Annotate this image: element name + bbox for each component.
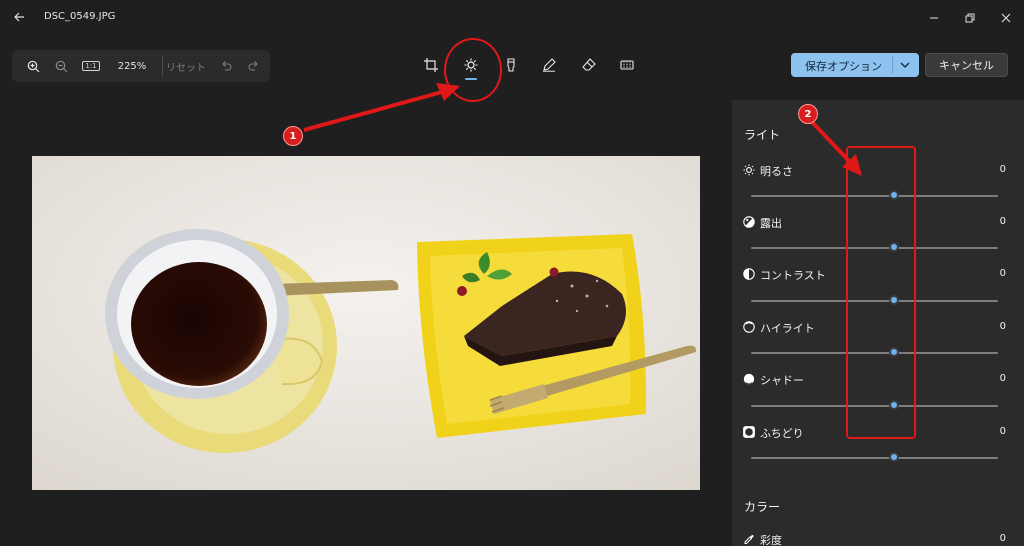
restore-icon (965, 13, 975, 23)
tool-background[interactable] (614, 52, 640, 78)
highlight-icon (743, 321, 755, 333)
adjustment-value[interactable]: 0 (1000, 164, 1006, 175)
adjustment-value[interactable]: 0 (1000, 533, 1006, 544)
zoom-out-button[interactable] (48, 50, 74, 82)
tool-filter[interactable] (498, 52, 524, 78)
light-section-heading: ライト (744, 128, 781, 142)
adjustment-value[interactable]: 0 (1000, 426, 1006, 437)
title-bar: DSC_0549.JPG (0, 0, 1024, 36)
arrow-left-icon (14, 12, 24, 22)
photo-image (32, 156, 700, 490)
filter-icon (507, 58, 515, 72)
adjustment-label: 明るさ (760, 165, 793, 178)
shadow-icon (743, 373, 755, 385)
cancel-label: キャンセル (939, 59, 994, 72)
minimize-button[interactable] (922, 6, 946, 30)
tool-markup[interactable] (536, 52, 562, 78)
adjustment-label: シャドー (760, 374, 804, 387)
divider (892, 56, 893, 74)
zoom-out-icon (55, 60, 67, 72)
background-blur-icon (620, 60, 634, 70)
adjustment-label: コントラスト (760, 269, 826, 282)
badge-number: 2 (804, 108, 812, 120)
badge-number: 1 (289, 130, 297, 142)
minimize-icon (930, 17, 938, 19)
save-options-button[interactable]: 保存オプション (791, 53, 919, 77)
zoom-level: 225% (112, 50, 152, 82)
saturation-icon (744, 534, 754, 544)
tool-erase[interactable] (576, 52, 602, 78)
reset-button[interactable]: リセット (164, 50, 208, 82)
annotation-rectangle (846, 146, 916, 439)
annotation-arrow-1 (303, 90, 443, 132)
undo-button[interactable] (214, 50, 238, 82)
undo-icon (222, 61, 232, 71)
window-title: DSC_0549.JPG (44, 11, 116, 22)
contrast-icon (743, 268, 755, 280)
zoom-in-icon (27, 60, 39, 72)
pen-icon (543, 58, 556, 72)
actual-size-button[interactable]: 1:1 (78, 50, 104, 82)
photo-canvas[interactable] (32, 156, 700, 490)
redo-icon (248, 61, 258, 71)
brightness-icon (743, 164, 755, 176)
adjustment-value[interactable]: 0 (1000, 373, 1006, 384)
zoom-toolbar: 1:1 225% リセット (12, 50, 270, 82)
actual-size-label: 1:1 (82, 61, 100, 71)
adjustment-value[interactable]: 0 (1000, 268, 1006, 279)
tool-crop[interactable] (418, 52, 444, 78)
chevron-down-icon[interactable] (899, 59, 911, 71)
annotation-badge-2: 2 (798, 104, 818, 124)
close-icon (1001, 13, 1011, 23)
vignette-icon (743, 426, 755, 438)
exposure-icon (743, 216, 755, 228)
vignette-slider[interactable] (751, 452, 998, 462)
slider-thumb[interactable] (889, 452, 899, 462)
redo-button[interactable] (242, 50, 266, 82)
eraser-icon (582, 58, 596, 71)
annotation-circle (444, 38, 502, 102)
adjustment-label: 露出 (760, 217, 782, 230)
cancel-button[interactable]: キャンセル (925, 53, 1008, 77)
restore-button[interactable] (958, 6, 982, 30)
annotation-badge-1: 1 (283, 126, 303, 146)
zoom-level-text: 225% (117, 60, 147, 72)
divider (162, 55, 163, 77)
zoom-in-button[interactable] (20, 50, 46, 82)
adjustment-label: ハイライト (760, 322, 815, 335)
color-section-heading: カラー (744, 500, 781, 514)
crop-icon (424, 58, 438, 72)
reset-label: リセット (166, 62, 206, 74)
close-button[interactable] (994, 6, 1018, 30)
back-button[interactable] (8, 6, 30, 28)
adjustment-label: ふちどり (760, 427, 804, 440)
adjustment-value[interactable]: 0 (1000, 321, 1006, 332)
save-options-label: 保存オプション (805, 60, 882, 73)
adjustment-value[interactable]: 0 (1000, 216, 1006, 227)
adjustment-label: 彩度 (760, 534, 782, 546)
